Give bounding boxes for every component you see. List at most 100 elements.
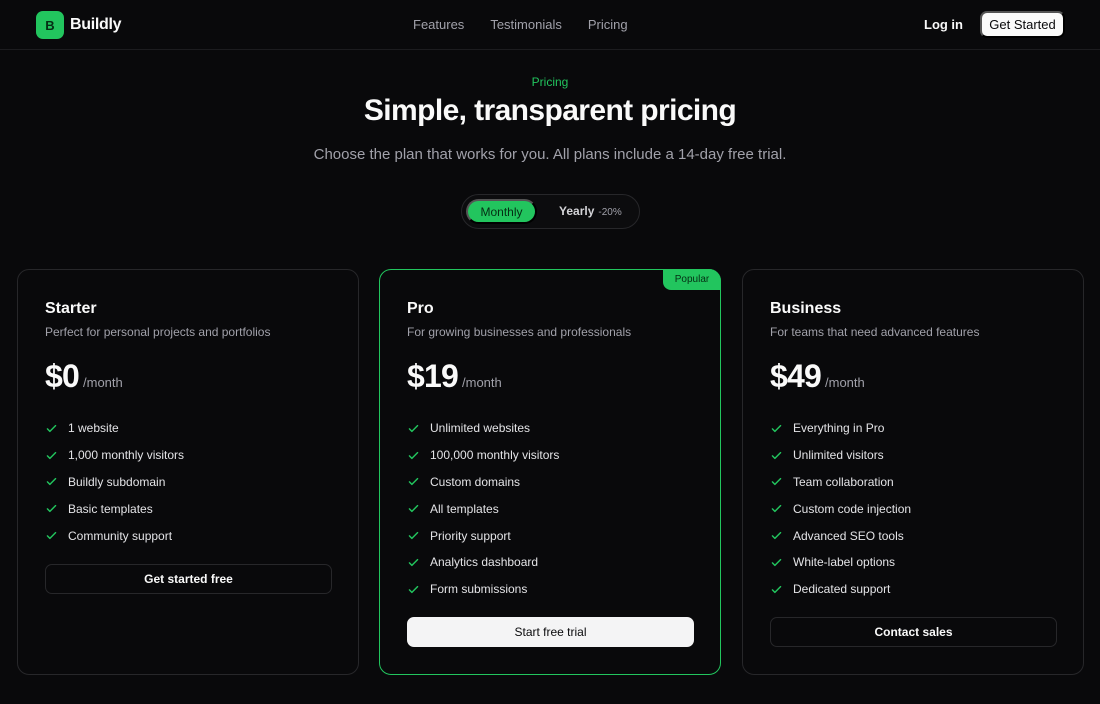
check-icon — [407, 583, 420, 596]
check-icon — [770, 583, 783, 596]
feature-label: White-label options — [793, 555, 896, 570]
nav-link-testimonials[interactable]: Testimonials — [490, 17, 562, 32]
feature-list: 1 website 1,000 monthly visitors Buildly… — [45, 415, 184, 549]
get-started-free-button[interactable]: Get started free — [45, 564, 332, 594]
page-title: Simple, transparent pricing — [363, 94, 737, 127]
check-icon — [770, 475, 783, 488]
check-icon — [770, 502, 783, 515]
feature-label: Priority support — [430, 528, 511, 543]
feature-label: Team collaboration — [793, 474, 894, 489]
feature-item: Unlimited visitors — [770, 442, 911, 469]
feature-label: 1 website — [68, 421, 119, 436]
check-icon — [770, 422, 783, 435]
popular-badge: Popular — [663, 269, 721, 290]
feature-label: Dedicated support — [793, 582, 891, 597]
feature-item: Everything in Pro — [770, 415, 911, 442]
feature-label: Custom code injection — [793, 501, 912, 516]
feature-item: White-label options — [770, 549, 911, 576]
section-eyebrow: Pricing — [531, 75, 569, 89]
site-header: B Buildly Features Testimonials Pricing … — [0, 0, 1100, 50]
feature-item: Form submissions — [407, 576, 559, 603]
nav-link-features[interactable]: Features — [413, 17, 464, 32]
price-amount: $19 — [407, 358, 459, 394]
price-period: /month — [83, 375, 123, 390]
price-period: /month — [462, 375, 502, 390]
plan-name: Pro — [407, 300, 434, 317]
check-icon — [45, 502, 58, 515]
nav-link-pricing[interactable]: Pricing — [588, 17, 628, 32]
price-period: /month — [825, 375, 865, 390]
plan-name: Business — [770, 300, 842, 317]
feature-item: Custom domains — [407, 469, 559, 496]
feature-label: All templates — [430, 501, 499, 516]
brand-name: Buildly — [70, 16, 122, 33]
feature-item: 1 website — [45, 415, 184, 442]
feature-item: All templates — [407, 495, 559, 522]
feature-label: Basic templates — [68, 501, 153, 516]
plan-description: For growing businesses and professionals — [407, 325, 632, 339]
plan-name: Starter — [45, 300, 97, 317]
plan-card-pro: Popular Pro For growing businesses and p… — [379, 269, 721, 675]
check-icon — [45, 529, 58, 542]
page-subtitle: Choose the plan that works for you. All … — [313, 146, 787, 163]
feature-item: 100,000 monthly visitors — [407, 442, 559, 469]
check-icon — [407, 529, 420, 542]
check-icon — [45, 422, 58, 435]
plan-description: Perfect for personal projects and portfo… — [45, 325, 271, 339]
brand-logo[interactable]: B Buildly — [36, 11, 122, 39]
check-icon — [770, 556, 783, 569]
feature-label: 100,000 monthly visitors — [430, 448, 560, 463]
feature-item: Priority support — [407, 522, 559, 549]
billing-toggle: Monthly Yearly -20% — [461, 194, 640, 229]
feature-item: Dedicated support — [770, 576, 911, 603]
plan-price: $19 /month — [407, 358, 502, 395]
contact-sales-button[interactable]: Contact sales — [770, 617, 1057, 647]
plan-card-business: Business For teams that need advanced fe… — [742, 269, 1084, 675]
feature-item: Custom code injection — [770, 495, 911, 522]
plan-price: $49 /month — [770, 358, 865, 395]
yearly-label: Yearly — [559, 204, 595, 218]
feature-item: 1,000 monthly visitors — [45, 442, 184, 469]
plan-card-starter: Starter Perfect for personal projects an… — [17, 269, 359, 675]
check-icon — [407, 422, 420, 435]
feature-label: Buildly subdomain — [68, 474, 166, 489]
price-amount: $0 — [45, 358, 80, 394]
feature-label: Advanced SEO tools — [793, 528, 904, 543]
feature-item: Buildly subdomain — [45, 469, 184, 496]
start-free-trial-button[interactable]: Start free trial — [407, 617, 694, 647]
yearly-discount-badge: -20% — [598, 207, 622, 218]
feature-label: Analytics dashboard — [430, 555, 539, 570]
price-amount: $49 — [770, 358, 822, 394]
feature-item: Community support — [45, 522, 184, 549]
check-icon — [407, 449, 420, 462]
feature-label: Unlimited visitors — [793, 448, 884, 463]
feature-item: Advanced SEO tools — [770, 522, 911, 549]
plan-price: $0 /month — [45, 358, 123, 395]
feature-item: Basic templates — [45, 495, 184, 522]
feature-label: Community support — [68, 528, 173, 543]
check-icon — [770, 449, 783, 462]
check-icon — [407, 475, 420, 488]
logo-icon: B — [36, 11, 64, 39]
feature-label: Unlimited websites — [430, 421, 531, 436]
billing-monthly-option[interactable]: Monthly — [466, 199, 537, 224]
billing-yearly-option[interactable]: Yearly -20% — [559, 204, 622, 218]
feature-label: Custom domains — [430, 474, 521, 489]
feature-list: Everything in Pro Unlimited visitors Tea… — [770, 415, 911, 603]
feature-item: Team collaboration — [770, 469, 911, 496]
check-icon — [407, 556, 420, 569]
feature-label: Form submissions — [430, 582, 528, 597]
plan-description: For teams that need advanced features — [770, 325, 980, 339]
feature-label: 1,000 monthly visitors — [68, 448, 185, 463]
check-icon — [45, 449, 58, 462]
feature-item: Unlimited websites — [407, 415, 559, 442]
check-icon — [45, 475, 58, 488]
check-icon — [770, 529, 783, 542]
login-link[interactable]: Log in — [924, 17, 963, 32]
feature-list: Unlimited websites 100,000 monthly visit… — [407, 415, 559, 603]
feature-item: Analytics dashboard — [407, 549, 559, 576]
get-started-button[interactable]: Get Started — [980, 11, 1065, 38]
feature-label: Everything in Pro — [793, 421, 885, 436]
main-nav: Features Testimonials Pricing — [413, 17, 628, 32]
check-icon — [407, 502, 420, 515]
